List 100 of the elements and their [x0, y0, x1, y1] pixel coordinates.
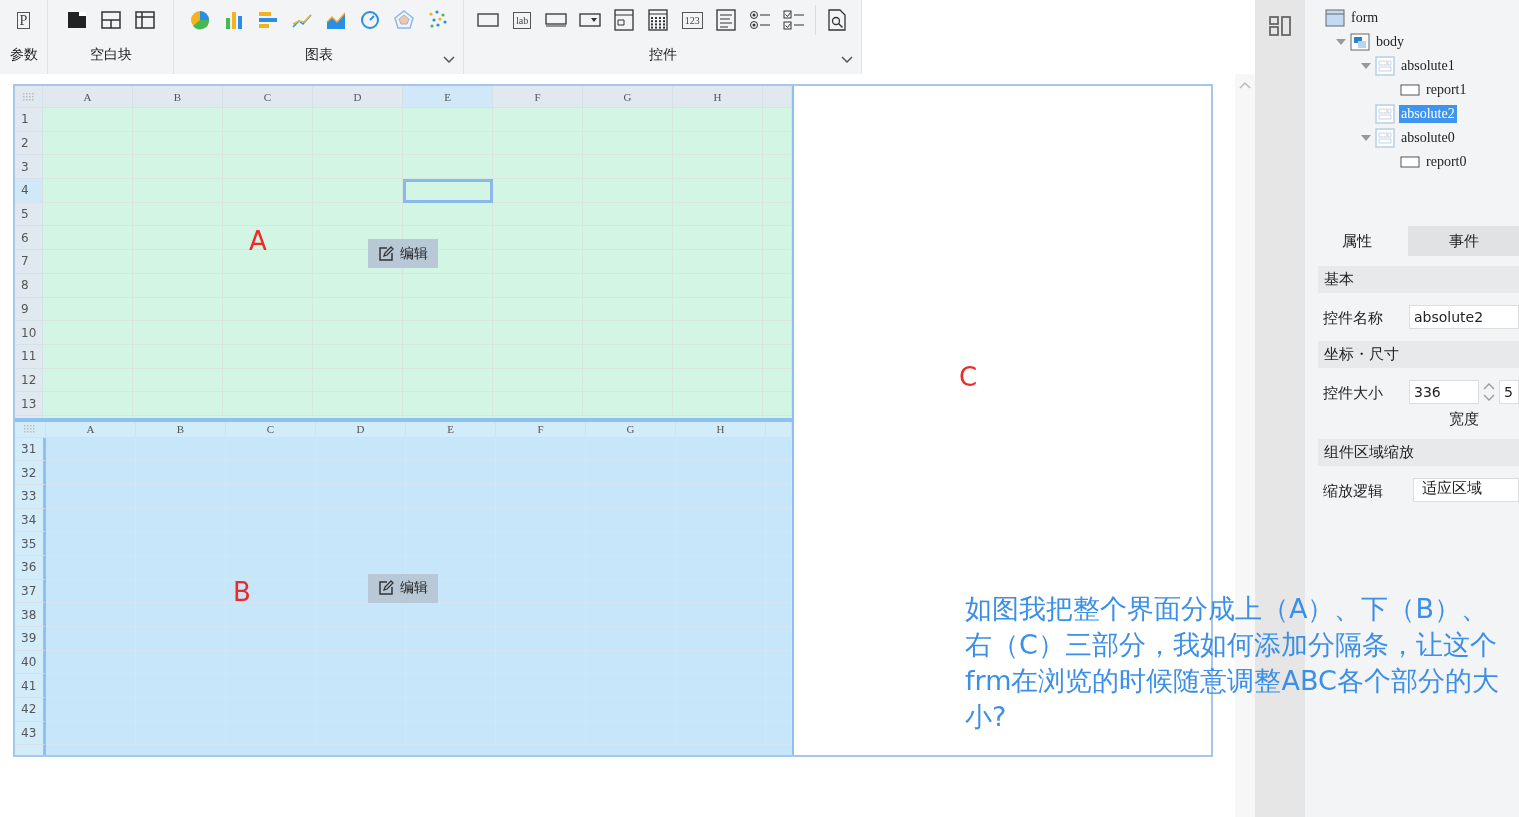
row-header: 34 [15, 508, 46, 533]
column-header: B [133, 86, 223, 108]
row-header: 42 [15, 698, 46, 722]
toolbar-button[interactable]: P [10, 7, 37, 33]
calendar-icon [648, 9, 669, 31]
section-heading: 坐标・尺寸 [1318, 341, 1519, 368]
table-icon [134, 11, 155, 29]
field-label: 缩放逻辑 [1323, 481, 1384, 502]
row-header: 4 [15, 179, 43, 203]
edit-button[interactable]: 编辑 [368, 573, 438, 603]
annotation-text: 如图我把整个界面分成上（A）、下（B）、右（C）三部分，我如何添加分隔条，让这个frm在浏览的时候随意调整ABC各个部分的大小? [965, 592, 1500, 734]
name-input[interactable]: absolute2 [1409, 305, 1519, 329]
scatter-chart-icon [427, 10, 448, 30]
width-input[interactable]: 336 [1409, 380, 1479, 404]
scale-select[interactable]: 适应区域 [1413, 478, 1519, 502]
report-icon [1400, 155, 1420, 169]
edit-button[interactable]: 编辑 [368, 239, 438, 268]
column-header: G [586, 421, 676, 438]
layout-icon[interactable] [1269, 16, 1291, 36]
section-heading: 基本 [1318, 266, 1519, 293]
bar-chart-icon [223, 10, 244, 30]
column-header: H [676, 421, 766, 438]
row-header: 13 [15, 392, 43, 416]
row-header: 12 [15, 368, 43, 393]
height-input[interactable]: 5 [1499, 380, 1519, 404]
group-label: 参数 [9, 46, 38, 64]
selected-cell[interactable] [403, 179, 493, 203]
gauge-icon [359, 10, 380, 30]
chevron-down-icon[interactable] [841, 56, 853, 64]
column-header: C [226, 421, 316, 438]
group-label: 控件 [648, 46, 677, 64]
report-icon [1400, 83, 1420, 97]
section-letter: A [249, 226, 267, 256]
tree-item[interactable]: report1 [1424, 81, 1469, 99]
section-letter: C [959, 362, 978, 392]
row-header: 40 [15, 650, 46, 675]
tree-item[interactable]: body [1374, 33, 1406, 51]
container-icon [1375, 104, 1395, 124]
field-label: 控件大小 [1323, 383, 1384, 404]
column-header: A [43, 86, 133, 108]
edit-icon [378, 580, 394, 596]
row-header: 8 [15, 273, 43, 298]
column-header: E [406, 421, 496, 438]
field-label: 控件名称 [1323, 308, 1384, 329]
row-header: 6 [15, 226, 43, 251]
column-header: G [583, 86, 673, 108]
tree-item[interactable]: form [1349, 9, 1381, 27]
row-header: 1 [15, 108, 43, 132]
panel-tab[interactable]: 事件 [1408, 226, 1519, 256]
pie-chart-icon [189, 10, 210, 30]
container-icon [1375, 56, 1395, 76]
expanded-arrow-icon[interactable] [1361, 135, 1371, 141]
row-header: 32 [15, 461, 46, 485]
horizontal-bar-icon [257, 10, 278, 30]
group-label: 空白块 [89, 46, 132, 64]
section-letter: B [233, 576, 251, 607]
column-header: F [493, 86, 583, 108]
tree-item[interactable]: report0 [1424, 153, 1469, 171]
column-header: B [136, 421, 226, 438]
column-header: E [403, 86, 493, 108]
expanded-arrow-icon[interactable] [1336, 39, 1346, 45]
row-header: 36 [15, 555, 46, 580]
column-header: D [313, 86, 403, 108]
tree-item[interactable]: absolute1 [1399, 57, 1457, 75]
column-header: F [496, 421, 586, 438]
row-header: 31 [15, 437, 46, 462]
dropdown-icon [579, 13, 602, 27]
column-header: C [223, 86, 313, 108]
grid-handle-icon [22, 92, 35, 101]
checkbox-list-icon [783, 10, 806, 30]
row-header: 9 [15, 297, 43, 322]
row-header: 11 [15, 344, 43, 369]
container-icon [1375, 128, 1395, 148]
field-caption: 宽度 [1449, 410, 1479, 429]
form-icon [1325, 9, 1345, 27]
tree-item[interactable]: absolute0 [1399, 129, 1457, 147]
radar-chart-icon [393, 10, 414, 30]
p-icon: P [16, 11, 31, 29]
row-header: 35 [15, 532, 46, 556]
row-header: 38 [15, 603, 46, 627]
row-header: 33 [15, 484, 46, 509]
chevron-down-icon[interactable] [443, 56, 456, 64]
radio-list-icon [749, 10, 772, 30]
block-icon [66, 11, 87, 29]
split-layout-icon [100, 11, 121, 29]
body-icon [1350, 33, 1370, 51]
expanded-arrow-icon[interactable] [1361, 63, 1371, 69]
column-header: A [46, 421, 136, 438]
row-header: 2 [15, 131, 43, 156]
button-icon [477, 13, 500, 27]
row-header: 10 [15, 321, 43, 345]
row-header: 37 [15, 579, 46, 604]
preview-icon [827, 9, 848, 31]
input-icon [545, 13, 568, 27]
grid-handle-icon [24, 425, 36, 433]
column-header: H [673, 86, 763, 108]
row-header: 39 [15, 627, 46, 651]
row-header: 43 [15, 721, 46, 746]
list-box-icon [716, 9, 737, 31]
row-header: 7 [15, 250, 43, 274]
